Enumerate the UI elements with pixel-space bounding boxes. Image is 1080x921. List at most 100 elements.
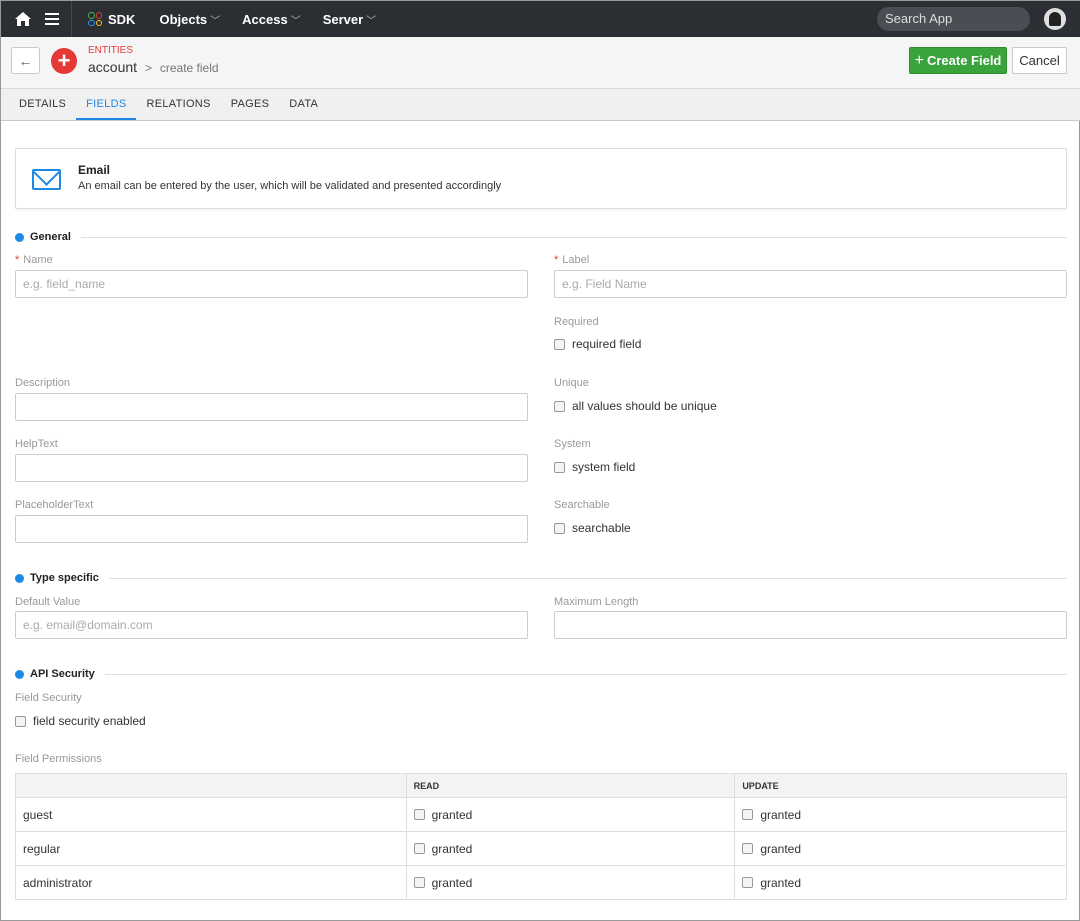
update-checkbox[interactable]: granted: [742, 808, 1066, 822]
label-label-text: Label: [562, 254, 590, 266]
bullet-icon: [15, 232, 24, 242]
read-cell: granted: [405, 797, 736, 832]
nav-menu-access[interactable]: Access ﹀: [242, 12, 301, 27]
field-type-description: An email can be entered by the user, whi…: [78, 180, 502, 192]
tab-data[interactable]: DATA: [279, 89, 328, 120]
name-label: * Name: [15, 254, 53, 266]
nav-menu-label: Server: [322, 11, 364, 27]
checkbox-icon: [742, 843, 754, 854]
label-label: * Label: [554, 254, 589, 266]
arrow-left-icon: ←: [18, 52, 33, 69]
required-label: Required: [554, 316, 599, 328]
create-field-button[interactable]: + Create Field: [909, 47, 1007, 74]
table-row: administrator granted granted: [15, 865, 1067, 900]
name-input[interactable]: e.g. field_name: [15, 270, 528, 298]
section-heading: General: [30, 231, 71, 243]
breadcrumb: account > create field: [88, 59, 219, 75]
default-value-input[interactable]: e.g. email@domain.com: [15, 611, 528, 639]
bullet-icon: [15, 669, 24, 679]
tab-pages[interactable]: PAGES: [221, 89, 280, 120]
read-checkbox[interactable]: granted: [413, 841, 735, 856]
searchable-option: searchable: [572, 521, 631, 535]
required-asterisk: *: [554, 254, 559, 266]
system-checkbox[interactable]: system field: [554, 460, 635, 474]
update-cell: granted: [734, 831, 1067, 866]
chevron-right-icon: >: [144, 61, 152, 75]
home-icon[interactable]: [15, 11, 31, 27]
avatar[interactable]: [1044, 8, 1066, 30]
field-permissions-label: Field Permissions: [15, 753, 102, 765]
unique-checkbox[interactable]: all values should be unique: [554, 399, 717, 413]
read-option: granted: [431, 875, 473, 890]
user-icon: [1049, 12, 1061, 26]
update-option: granted: [760, 807, 802, 822]
section-type-specific: Type specific: [15, 570, 1067, 586]
read-checkbox[interactable]: granted: [413, 807, 735, 822]
update-cell: granted: [734, 797, 1067, 832]
field-type-card: Email An email can be entered by the use…: [15, 148, 1067, 209]
read-option: granted: [431, 807, 473, 822]
app-switcher[interactable]: SDK: [88, 12, 135, 27]
update-option: granted: [760, 841, 802, 856]
checkbox-icon: [15, 715, 26, 727]
nav-menu-objects[interactable]: Objects ﹀: [159, 12, 220, 27]
page-header: ← + ENTITIES account > create field + Cr…: [1, 37, 1080, 89]
section-api-security: API Security: [15, 666, 1067, 682]
placeholdertext-label: PlaceholderText: [15, 499, 94, 511]
divider: [108, 577, 1067, 579]
chevron-down-icon: ﹀: [210, 15, 221, 27]
chevron-down-icon: ﹀: [366, 15, 377, 27]
searchable-checkbox[interactable]: searchable: [554, 521, 631, 535]
nav-menu-label: Access: [242, 11, 288, 27]
read-cell: granted: [405, 831, 736, 866]
checkbox-icon: [413, 877, 425, 888]
section-heading: API Security: [30, 668, 95, 680]
required-checkbox[interactable]: required field: [554, 337, 641, 351]
search-input[interactable]: Search App: [877, 7, 1030, 31]
required-asterisk: *: [15, 254, 20, 266]
tab-relations[interactable]: RELATIONS: [136, 89, 220, 120]
nav-menu-server[interactable]: Server ﹀: [323, 12, 376, 27]
checkbox-icon: [554, 522, 565, 534]
role-cell: regular: [15, 831, 407, 866]
tab-details[interactable]: DETAILS: [9, 89, 76, 120]
create-field-label: Create Field: [926, 53, 1002, 68]
read-option: granted: [431, 841, 473, 856]
section-heading: Type specific: [30, 572, 99, 584]
system-label: System: [554, 438, 591, 450]
placeholdertext-input[interactable]: [15, 515, 528, 543]
section-general: General: [15, 229, 1067, 245]
back-button[interactable]: ←: [11, 47, 40, 74]
checkbox-icon: [742, 877, 754, 888]
breadcrumb-entity[interactable]: account: [88, 59, 137, 75]
menu-icon[interactable]: [45, 13, 59, 25]
table-header-row: READ UPDATE: [15, 773, 1067, 798]
max-length-input[interactable]: [554, 611, 1067, 639]
nav-divider: [71, 1, 72, 37]
breadcrumb-page: create field: [159, 61, 219, 75]
update-option: granted: [760, 875, 802, 890]
description-input[interactable]: [15, 393, 528, 421]
field-type-title: Email: [78, 163, 111, 177]
label-input[interactable]: e.g. Field Name: [554, 270, 1067, 298]
description-label: Description: [15, 377, 71, 389]
checkbox-icon: [554, 338, 565, 350]
update-cell: granted: [734, 865, 1067, 900]
name-label-text: Name: [23, 254, 53, 266]
system-option: system field: [572, 460, 636, 474]
chevron-down-icon: ﹀: [290, 15, 301, 27]
helptext-label: HelpText: [15, 438, 58, 450]
checkbox-icon: [413, 843, 425, 854]
update-checkbox[interactable]: granted: [742, 842, 1066, 856]
helptext-input[interactable]: [15, 454, 528, 482]
top-navbar: SDK Objects ﹀ Access ﹀ Server ﹀ Search App: [1, 1, 1080, 37]
searchable-label: Searchable: [554, 499, 610, 511]
tab-fields[interactable]: FIELDS: [76, 89, 137, 120]
divider: [80, 236, 1067, 238]
cancel-button[interactable]: Cancel: [1012, 47, 1067, 74]
table-row: guest granted granted: [15, 797, 1067, 832]
field-security-checkbox[interactable]: field security enabled: [15, 714, 146, 728]
tab-bar: DETAILS FIELDS RELATIONS PAGES DATA: [1, 89, 1080, 121]
update-checkbox[interactable]: granted: [742, 876, 1066, 890]
read-checkbox[interactable]: granted: [413, 875, 735, 890]
